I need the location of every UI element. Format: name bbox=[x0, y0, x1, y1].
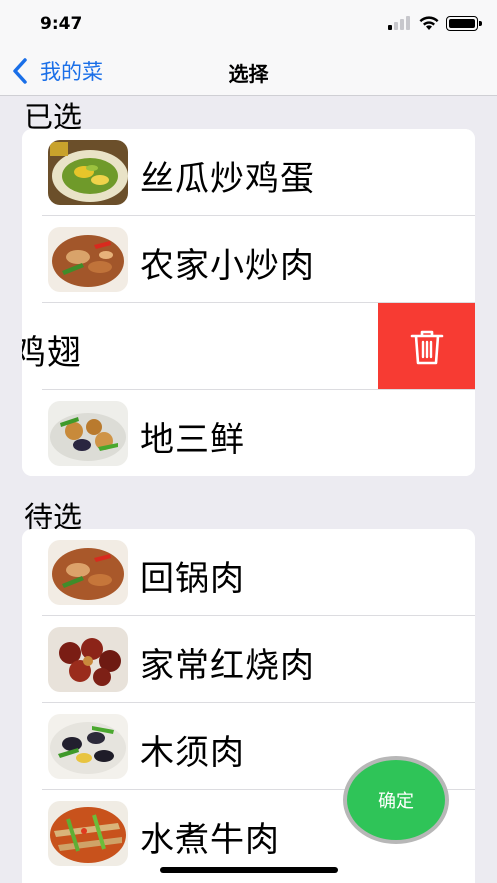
list-item[interactable]: 丝瓜炒鸡蛋 bbox=[22, 129, 475, 216]
dish-name: 家常红烧肉 bbox=[140, 646, 315, 686]
dish-name: 水煮牛肉 bbox=[140, 820, 280, 860]
confirm-button[interactable]: 确定 bbox=[343, 756, 449, 844]
list-item[interactable]: 家常红烧肉 bbox=[22, 616, 475, 703]
list-item[interactable]: 地三鲜 bbox=[22, 390, 475, 476]
dish-image bbox=[48, 140, 128, 205]
trash-icon bbox=[410, 330, 443, 364]
list-item[interactable]: 农家小炒肉 bbox=[22, 216, 475, 303]
dish-name: 农家小炒肉 bbox=[140, 246, 315, 286]
dish-image bbox=[48, 627, 128, 692]
dish-name: 木须肉 bbox=[140, 733, 245, 773]
dish-name: 可乐鸡翅 bbox=[22, 333, 82, 373]
dish-name: 回锅肉 bbox=[140, 559, 245, 599]
dish-image bbox=[48, 401, 128, 466]
dish-name: 丝瓜炒鸡蛋 bbox=[140, 159, 315, 199]
status-time: 9:47 bbox=[40, 14, 83, 34]
delete-button[interactable] bbox=[378, 303, 475, 390]
battery-icon bbox=[446, 16, 482, 31]
page-title: 选择 bbox=[228, 62, 269, 86]
selected-list: 丝瓜炒鸡蛋 农家小炒肉 鸡翅 地三鲜 bbox=[22, 129, 475, 476]
wifi-icon bbox=[419, 16, 439, 30]
dish-image bbox=[48, 714, 128, 779]
home-indicator bbox=[160, 867, 338, 873]
list-item-swiped[interactable]: 可乐鸡翅 bbox=[22, 303, 475, 390]
dish-name: 地三鲜 bbox=[140, 420, 245, 460]
dish-image bbox=[48, 227, 128, 292]
dish-image bbox=[48, 801, 128, 866]
navigation-bar: 我的菜 选择 bbox=[0, 46, 497, 96]
status-bar: 9:47 bbox=[0, 0, 497, 46]
cellular-signal-icon bbox=[388, 16, 412, 30]
list-item[interactable]: 回锅肉 bbox=[22, 529, 475, 616]
dish-image bbox=[48, 540, 128, 605]
